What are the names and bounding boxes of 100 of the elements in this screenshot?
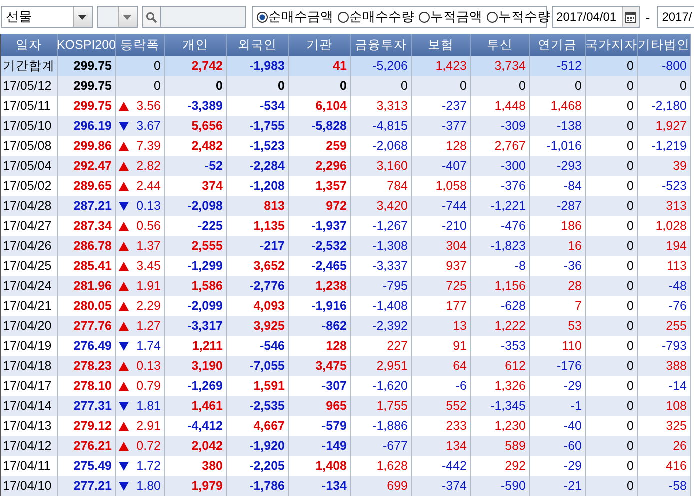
column-header[interactable]: 등락폭 [116, 34, 165, 56]
table-cell: 0 [586, 276, 638, 296]
table-cell: 0 [227, 76, 289, 96]
table-cell: 276.21 [58, 436, 116, 456]
column-header[interactable]: 국가지자 [586, 34, 638, 56]
radio-option[interactable]: 누적수량 [486, 8, 551, 26]
column-header[interactable]: 개인 [165, 34, 227, 56]
table-cell: 64 [412, 356, 471, 376]
column-header[interactable]: 투신 [471, 34, 530, 56]
table-cell: 17/04/18 [1, 356, 58, 376]
table-cell: -60 [530, 436, 586, 456]
column-header[interactable]: 금융투자 [351, 34, 412, 56]
table-cell: 1,423 [412, 56, 471, 76]
table-cell: 1.72 [136, 459, 161, 473]
table-cell: 388 [638, 356, 691, 376]
table-cell: 0 [586, 196, 638, 216]
radio-circle-icon[interactable] [256, 12, 268, 22]
table-cell: -5,206 [351, 56, 412, 76]
table-cell: 0 [289, 76, 351, 96]
table-cell: 0 [586, 156, 638, 176]
column-header[interactable]: 외국인 [227, 34, 289, 56]
table-cell: 13 [412, 316, 471, 336]
table-cell: 1,238 [289, 276, 351, 296]
table-cell: 2.82 [136, 159, 161, 173]
market-dropdown[interactable]: 선물 [1, 6, 93, 28]
table-cell: 0 [471, 76, 530, 96]
table-cell: 0.13 [136, 359, 161, 373]
table-cell: -677 [351, 436, 412, 456]
table-cell: 108 [638, 396, 691, 416]
table-cell: 17/05/10 [1, 116, 58, 136]
radio-circle-icon[interactable] [486, 12, 498, 22]
table-cell: 1,927 [638, 116, 691, 136]
radio-option[interactable]: 순매수수량 [338, 8, 415, 26]
table-cell: -1,308 [351, 236, 412, 256]
start-date-field[interactable]: 2017/04/01 [552, 6, 640, 28]
search-icon [146, 12, 157, 22]
table-cell: 17/04/14 [1, 396, 58, 416]
table-cell: 813 [227, 196, 289, 216]
table-cell: 0 [154, 59, 161, 73]
table-cell: 17/04/10 [1, 476, 58, 496]
table-cell: 3,190 [165, 356, 227, 376]
table-cell: 725 [412, 276, 471, 296]
table-cell: 3,420 [351, 196, 412, 216]
radio-option[interactable]: 순매수금액 [256, 8, 334, 26]
column-header[interactable]: 기관 [289, 34, 351, 56]
end-date-field[interactable]: 2017/ [657, 6, 694, 28]
table-cell: 299.75 [58, 56, 116, 76]
table-cell: 134 [412, 436, 471, 456]
table-cell: 0 [586, 316, 638, 336]
table-cell: 0 [154, 79, 161, 93]
table-cell: 26 [638, 436, 691, 456]
table-cell: 292.47 [58, 156, 116, 176]
column-header[interactable]: 일자 [1, 34, 58, 56]
table-cell: 1,979 [165, 476, 227, 496]
table-cell: 277.76 [58, 316, 116, 336]
table-cell: 278.23 [58, 356, 116, 376]
table-cell: 1,461 [165, 396, 227, 416]
table-cell: -300 [471, 156, 530, 176]
table-cell: 3.56 [136, 99, 161, 113]
search-field[interactable] [160, 6, 246, 28]
table-cell: -1,823 [471, 236, 530, 256]
calendar-icon[interactable] [625, 11, 636, 23]
table-cell: 2,296 [289, 156, 351, 176]
table-cell: 0 [586, 436, 638, 456]
table-cell: 1,755 [351, 396, 412, 416]
table-cell: -1,983 [227, 56, 289, 76]
table-cell: -512 [530, 56, 586, 76]
column-header[interactable]: 기타법인 [638, 34, 691, 56]
radio-circle-icon[interactable] [418, 12, 430, 22]
table-cell: 0.72 [136, 439, 161, 453]
table-cell: 304 [412, 236, 471, 256]
table-cell: 3,160 [351, 156, 412, 176]
table-cell: 1.27 [136, 319, 161, 333]
date-range-separator: - [644, 10, 652, 24]
search-button[interactable] [142, 6, 161, 28]
table-cell: 0 [530, 76, 586, 96]
table-cell: 277.31 [58, 396, 116, 416]
table-cell: 0 [638, 76, 691, 96]
table-cell: 287.21 [58, 196, 116, 216]
table-cell: -3,317 [165, 316, 227, 336]
table-cell: 1.37 [136, 239, 161, 253]
table-cell: 0.13 [136, 199, 161, 213]
table-cell: 3,925 [227, 316, 289, 336]
table-cell: 1,156 [471, 276, 530, 296]
table-cell: -407 [412, 156, 471, 176]
column-header[interactable]: 보험 [412, 34, 471, 56]
table-cell: 699 [351, 476, 412, 496]
table-cell: -138 [530, 116, 586, 136]
caret-down-icon [78, 14, 88, 20]
radio-circle-icon[interactable] [338, 12, 349, 22]
table-cell: 194 [638, 236, 691, 256]
radio-option[interactable]: 누적금액 [418, 8, 483, 26]
table-cell: 0 [586, 76, 638, 96]
table-cell: -1,345 [471, 396, 530, 416]
table-cell: 3.45 [136, 259, 161, 273]
code-dropdown[interactable] [96, 6, 138, 28]
column-header[interactable]: 연기금 [530, 34, 586, 56]
table-cell: 0 [586, 356, 638, 376]
table-cell: -1,920 [227, 436, 289, 456]
table-cell: 0.79 [136, 379, 161, 393]
